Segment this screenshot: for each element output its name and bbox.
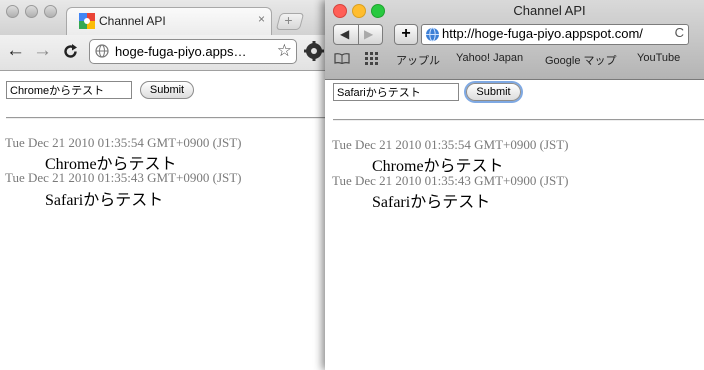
- chrome-tabstrip: Channel API × +: [0, 0, 326, 35]
- chrome-toolbar: ← → hoge-fuga-piyo.apps… ☆: [0, 35, 326, 71]
- appengine-favicon-icon: [79, 13, 95, 29]
- top-sites-grid-icon[interactable]: [365, 52, 379, 65]
- reading-list-icon[interactable]: [334, 53, 350, 64]
- wrench-menu-icon[interactable]: [303, 39, 325, 63]
- chrome-minimize-light[interactable]: [25, 5, 38, 18]
- bookmark-google-maps[interactable]: Google マップ: [545, 52, 617, 68]
- back-arrow-icon[interactable]: ◀: [340, 27, 349, 41]
- safari-titlebar: Channel API ◀ ▶ + http://hoge-fuga-piyo.…: [325, 0, 704, 80]
- globe-icon: [426, 27, 439, 42]
- safari-window-title: Channel API: [513, 3, 586, 18]
- tab-close-icon[interactable]: ×: [258, 12, 265, 26]
- safari-page-content: Submit Tue Dec 21 2010 01:35:54 GMT+0900…: [325, 80, 704, 370]
- chrome-window: Channel API × + ← → hoge-fuga-piyo.apps……: [0, 0, 326, 370]
- forward-arrow-icon[interactable]: ▶: [364, 27, 373, 41]
- address-bar[interactable]: http://hoge-fuga-piyo.appspot.com/ C: [421, 24, 689, 45]
- divider: [358, 25, 359, 44]
- message-text: Safariからテスト: [45, 192, 164, 209]
- message-input[interactable]: [333, 83, 459, 101]
- chrome-zoom-light[interactable]: [44, 5, 57, 18]
- globe-icon: [95, 44, 109, 58]
- message-text: Safariからテスト: [372, 194, 491, 211]
- back-arrow-icon[interactable]: ←: [6, 39, 25, 63]
- message-timestamp: Tue Dec 21 2010 01:35:54 GMT+0900 (JST): [332, 137, 569, 152]
- chrome-tab-title: Channel API: [99, 14, 166, 28]
- bookmark-apple[interactable]: アップル: [396, 52, 440, 68]
- message-input[interactable]: [6, 81, 132, 99]
- omnibox[interactable]: hoge-fuga-piyo.apps… ☆: [89, 39, 297, 64]
- submit-button[interactable]: Submit: [140, 81, 194, 99]
- safari-window: Channel API ◀ ▶ + http://hoge-fuga-piyo.…: [325, 0, 704, 370]
- forward-arrow-icon[interactable]: →: [33, 39, 52, 63]
- chrome-page-content: Submit Tue Dec 21 2010 01:35:54 GMT+0900…: [0, 71, 326, 370]
- reload-icon[interactable]: [62, 43, 79, 60]
- message-timestamp: Tue Dec 21 2010 01:35:54 GMT+0900 (JST): [5, 135, 242, 150]
- add-bookmark-button[interactable]: +: [394, 24, 418, 45]
- message-timestamp: Tue Dec 21 2010 01:35:43 GMT+0900 (JST): [332, 173, 569, 188]
- address-url: http://hoge-fuga-piyo.appspot.com/: [442, 26, 643, 41]
- safari-back-forward: ◀ ▶: [333, 24, 383, 45]
- submit-button[interactable]: Submit: [466, 83, 521, 101]
- chrome-tab-channel-api[interactable]: Channel API ×: [66, 7, 272, 35]
- new-tab-button[interactable]: +: [275, 12, 305, 30]
- divider: [333, 119, 704, 121]
- chrome-close-light[interactable]: [6, 5, 19, 18]
- bookmark-youtube[interactable]: YouTube: [637, 52, 680, 64]
- omnibox-url: hoge-fuga-piyo.apps…: [115, 44, 247, 59]
- bookmark-yahoo-japan[interactable]: Yahoo! Japan: [456, 52, 523, 64]
- reload-icon[interactable]: C: [675, 25, 684, 40]
- plus-icon: +: [284, 12, 293, 28]
- divider: [6, 117, 326, 119]
- bookmark-star-icon[interactable]: ☆: [277, 41, 292, 61]
- message-timestamp: Tue Dec 21 2010 01:35:43 GMT+0900 (JST): [5, 170, 242, 185]
